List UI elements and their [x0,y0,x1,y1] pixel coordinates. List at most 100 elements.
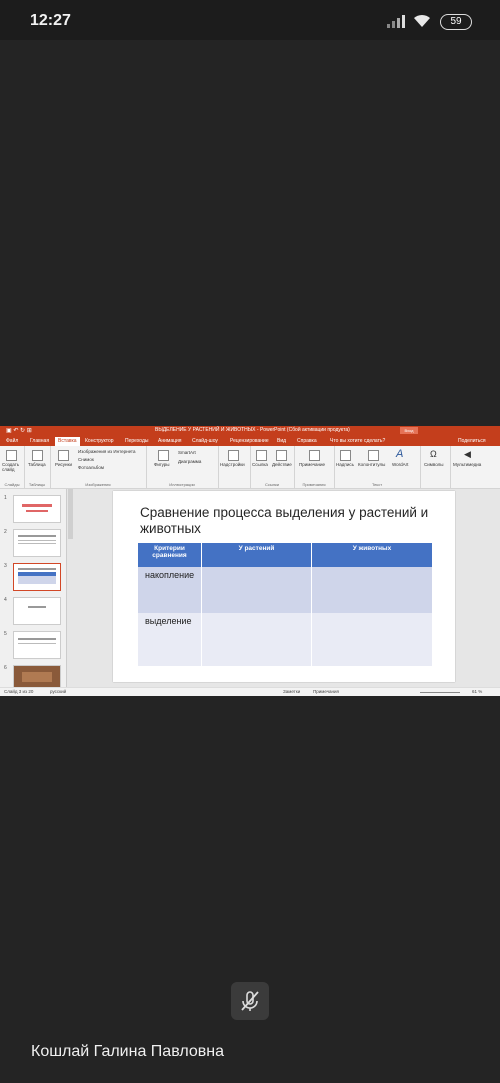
group-illustrations: Фигуры SmartArt Диаграмма Иллюстрации [146,446,219,488]
textbox-icon[interactable] [340,450,351,461]
comment-label: Примечание [299,462,326,467]
group-tables: Таблица Таблицы [24,446,51,488]
table-icon[interactable] [32,450,43,461]
shapes-icon[interactable] [158,450,169,461]
media-label: Мультимедиа [453,462,482,467]
group-text: A Надпись Колонтитулы WordArt Текст [334,446,421,488]
header-footer-icon[interactable] [368,450,379,461]
phone-status-bar: 12:27 59 [0,0,500,40]
new-slide-icon[interactable] [6,450,17,461]
wordart-label: WordArt [392,462,409,467]
slide-title[interactable]: Сравнение процесса выделения у растений … [140,505,440,537]
thumb-number: 3 [4,563,7,569]
tab-insert[interactable]: Вставка [55,437,80,446]
table-label: Таблица [28,462,46,467]
group-label: Ссылки [264,482,280,487]
chart-button[interactable]: Диаграмма [178,459,201,464]
wordart-icon[interactable]: A [396,448,403,460]
signal-icon [387,15,405,28]
slide-thumbnails: 1 2 3 4 5 6 [0,489,67,693]
slide-canvas[interactable]: Сравнение процесса выделения у растений … [113,491,455,682]
table-cell[interactable] [201,567,312,613]
comments-button[interactable]: Примечания [313,689,339,694]
action-icon[interactable] [276,450,287,461]
album-button[interactable]: Фотоальбом [78,465,104,470]
group-label: Иллюстрации [169,482,195,487]
notes-button[interactable]: Заметки [283,689,300,694]
tab-transitions[interactable]: Переходы [125,438,148,444]
tab-view[interactable]: Вид [277,438,286,444]
online-pictures-button[interactable]: Изображения из Интернета [78,449,135,454]
tab-animations[interactable]: Анимация [158,438,181,444]
action-label: Действие [272,462,292,467]
language-indicator[interactable]: русский [50,689,66,694]
table-header-cell[interactable]: Критерии сравнения [138,543,202,567]
group-addins: Надстройки [218,446,251,488]
group-media: ◀ Мультимедиа [450,446,490,488]
group-symbols: Ω Символы [420,446,451,488]
addins-icon[interactable] [228,450,239,461]
slide-thumbnail[interactable] [13,631,61,659]
table-cell[interactable] [311,567,433,613]
omega-icon[interactable]: Ω [430,449,437,459]
link-label: Ссылка [252,462,268,467]
group-label: Слайды [4,482,20,487]
quick-access-icons[interactable]: ▣ ↶ ↻ ⊞ [6,427,32,434]
header-footer-label: Колонтитулы [358,462,386,467]
table-header-cell[interactable]: У растений [201,543,312,567]
shared-screen: ▣ ↶ ↻ ⊞ ВЫДЕЛЕНИЕ У РАСТЕНИЙ И ЖИВОТНЫХ … [0,426,500,696]
table-cell[interactable]: выделение [138,613,202,666]
ppt-status-bar: Слайд 3 из 20 русский Заметки Примечания… [0,687,500,696]
thumb-number: 2 [4,529,7,535]
table-cell[interactable] [311,613,433,666]
thumb-number: 6 [4,665,7,671]
share-button[interactable]: Поделиться [458,438,486,444]
wifi-icon [414,14,430,27]
table-header-cell[interactable]: У животных [311,543,433,567]
clock: 12:27 [30,12,71,29]
tab-home[interactable]: Главная [30,438,49,444]
ppt-title-bar: ▣ ↶ ↻ ⊞ ВЫДЕЛЕНИЕ У РАСТЕНИЙ И ЖИВОТНЫХ … [0,426,500,436]
comparison-table[interactable]: Критерии сравнения У растений У животных… [138,543,433,666]
group-images: Рисунки Изображения из Интернета Снимок … [50,446,147,488]
table-row: выделение [138,613,433,666]
screenshot-button[interactable]: Снимок [78,457,94,462]
mute-button[interactable] [231,982,269,1020]
speaker-icon[interactable]: ◀ [464,449,471,460]
tab-file[interactable]: Файл [6,438,18,444]
table-cell[interactable]: накопление [138,567,202,613]
tab-design[interactable]: Конструктор [85,438,114,444]
workspace: 1 2 3 4 5 6 Сравнение процесса выделения… [0,489,500,693]
link-icon[interactable] [256,450,267,461]
ribbon: Создать слайд Слайды Таблица Таблицы Рис… [0,446,500,489]
group-label: Примечания [302,482,326,487]
mic-off-icon [241,991,259,1011]
table-cell[interactable] [201,613,312,666]
slide-thumbnail[interactable] [13,529,61,557]
tell-me-search[interactable]: Что вы хотите сделать? [330,438,385,444]
thumbnail-scrollbar[interactable] [68,489,73,539]
thumb-number: 5 [4,631,7,637]
shapes-label: Фигуры [154,462,170,467]
comment-icon[interactable] [309,450,320,461]
ppt-window-title: ВЫДЕЛЕНИЕ У РАСТЕНИЙ И ЖИВОТНЫХ - PowerP… [155,427,350,433]
smartart-button[interactable]: SmartArt [178,450,196,455]
textbox-label: Надпись [336,462,354,467]
slide-counter: Слайд 3 из 20 [4,689,34,694]
group-label: Изображения [85,482,111,487]
pictures-icon[interactable] [58,450,69,461]
new-slide-label: Создать слайд [2,462,20,472]
addins-label: Надстройки [220,462,245,467]
slide-thumbnail[interactable] [13,597,61,625]
tab-help[interactable]: Справка [297,438,317,444]
tab-review[interactable]: Рецензирование [230,438,269,444]
tab-slideshow[interactable]: Слайд-шоу [192,438,218,444]
slide-thumbnail-selected[interactable] [13,563,61,591]
group-slides: Создать слайд Слайды [0,446,25,488]
participant-name: Кошлай Галина Павловна [31,1043,224,1060]
login-button[interactable]: Вход [400,427,418,434]
zoom-slider[interactable] [420,692,460,693]
group-comments: Примечание Примечания [294,446,335,488]
slide-thumbnail[interactable] [13,495,61,523]
thumb-number: 4 [4,597,7,603]
